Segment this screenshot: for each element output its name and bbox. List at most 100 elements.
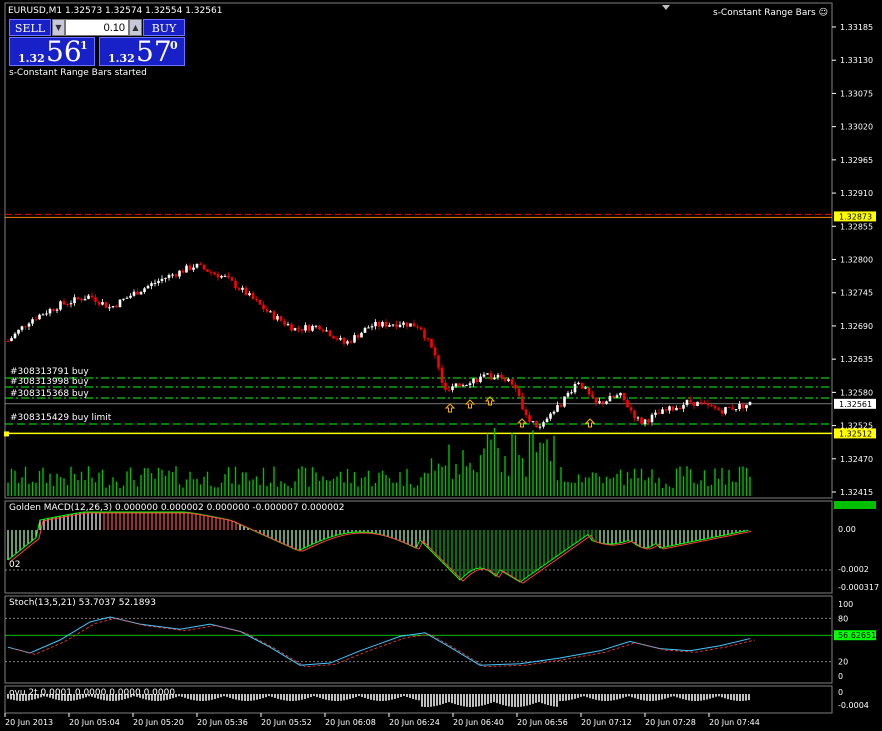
candle-body [587, 387, 591, 395]
candle-body [454, 383, 458, 387]
candle-body [80, 298, 83, 301]
candle-body [629, 407, 633, 411]
candle-body [335, 338, 339, 340]
candle-body [482, 374, 486, 377]
smiley-icon: ☺ [818, 8, 828, 18]
candle-body [573, 383, 577, 393]
price-tick-label: 1.33075 [840, 89, 873, 98]
candle-body [132, 291, 136, 296]
ask-price[interactable]: 1.32 57 0 [99, 35, 185, 68]
candle-body [475, 378, 479, 383]
candle-body [538, 426, 542, 428]
candle-body [353, 335, 356, 343]
candle-body [10, 338, 13, 342]
candle-body [514, 384, 517, 389]
candle-body [696, 401, 699, 407]
candle-body [507, 379, 510, 382]
candle-body [591, 394, 594, 398]
chart-canvas[interactable]: 1.33185 1.33130 1.33075 1.33020 1.32965 1.329… [0, 0, 882, 731]
order-label[interactable]: #308315368 buy [10, 389, 89, 399]
order-label[interactable]: #308313998 buy [10, 377, 89, 387]
bid-price[interactable]: 1.32 56 1 [9, 35, 95, 68]
candle-body [612, 396, 615, 398]
candle-body [650, 414, 654, 423]
buy-button[interactable]: BUY [143, 19, 185, 36]
candle-body [535, 421, 538, 428]
candle-body [724, 407, 727, 414]
candle-body [262, 304, 265, 310]
osc-label: ovu 2t 0.0001 0.0000 0.0000 0.0000 [9, 688, 176, 698]
candle-body [594, 397, 598, 403]
time-tick-label: 20 Jun 06:56 [517, 718, 568, 727]
candle-body [339, 337, 342, 340]
price-tick-label: 1.33185 [840, 23, 873, 32]
expert-name: s-Constant Range Bars ☺ [713, 8, 828, 18]
candle-body [164, 277, 167, 279]
ask-main: 57 [136, 35, 172, 68]
candle-body [377, 321, 381, 327]
candle-body [489, 373, 493, 380]
candle-body [388, 325, 391, 327]
candle-body [157, 280, 160, 283]
candle-body [48, 309, 52, 314]
candle-body [160, 278, 164, 281]
candle-body [244, 287, 248, 296]
candle-body [167, 274, 171, 278]
osc-axis-label: 0 [838, 688, 843, 697]
macd-axis-label: -0.000317 [838, 583, 879, 592]
candle-body [59, 301, 62, 310]
candle-body [710, 405, 713, 407]
candle-body [230, 277, 234, 281]
price-tick-label: 1.32635 [840, 355, 873, 364]
candle-body [283, 320, 286, 325]
candle-body [69, 303, 73, 305]
price-tick-label: 1.32800 [840, 256, 873, 265]
candle-body [192, 267, 195, 270]
sell-button[interactable]: SELL [9, 19, 51, 36]
candle-body [97, 301, 101, 305]
order-label[interactable]: #308315429 buy limit [10, 413, 111, 423]
candle-body [601, 401, 605, 404]
candle-body [580, 382, 584, 389]
candle-body [598, 401, 601, 403]
candle-body [101, 302, 104, 305]
candle-body [311, 325, 314, 331]
candle-body [265, 309, 269, 312]
order-label[interactable]: #308313791 buy [10, 367, 89, 377]
candle-body [349, 341, 353, 343]
candle-body [671, 406, 675, 411]
candle-body [255, 299, 258, 301]
candle-body [174, 274, 178, 277]
candle-body [703, 402, 706, 404]
candle-body [87, 295, 90, 299]
candle-body [206, 269, 209, 272]
candle-body [675, 408, 678, 411]
candle-body [83, 298, 87, 301]
candle-body [433, 347, 437, 356]
lot-increase-icon[interactable]: ▲ [129, 19, 142, 36]
lot-decrease-icon[interactable]: ▼ [52, 19, 65, 36]
macd-sub-label: 02 [9, 560, 21, 570]
candle-body [185, 265, 188, 273]
one-click-trading-panel: SELL ▼ 0.10 ▲ BUY 1.32 56 1 1.32 57 0 [9, 19, 185, 68]
macd-tag [834, 501, 876, 509]
candle-body [52, 309, 55, 311]
candle-body [738, 403, 741, 410]
candle-body [608, 396, 612, 402]
candle-body [626, 400, 629, 408]
candle-body [493, 377, 496, 380]
lot-size-input[interactable]: 0.10 [65, 19, 129, 36]
candle-body [647, 419, 650, 423]
candle-body [741, 403, 745, 409]
candle-body [6, 341, 10, 343]
candle-body [342, 337, 346, 344]
candle-body [727, 407, 731, 409]
time-tick-label: 20 Jun 05:04 [69, 718, 120, 727]
candle-body [370, 326, 374, 328]
candle-body [213, 272, 216, 275]
candle-body [209, 271, 213, 273]
candle-body [356, 335, 360, 338]
candle-body [248, 293, 251, 296]
time-tick-label: 20 Jun 07:44 [709, 718, 760, 727]
candle-body [486, 373, 489, 375]
